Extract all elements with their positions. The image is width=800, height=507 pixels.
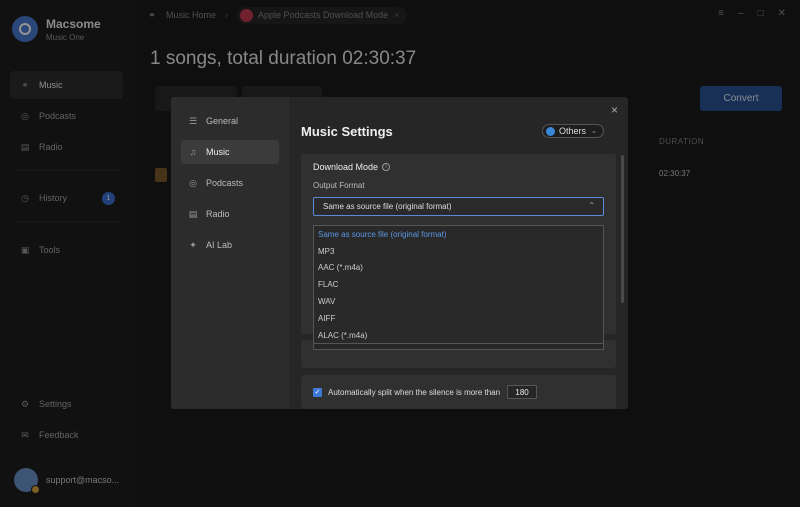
auto-split-label: Automatically split when the silence is …	[328, 387, 501, 397]
info-icon[interactable]: i	[382, 163, 391, 171]
format-option[interactable]: FLAC	[314, 276, 603, 293]
format-option[interactable]: WAV	[314, 293, 603, 310]
others-dropdown[interactable]: Others ⌄	[542, 124, 604, 138]
dropdown-underlay	[313, 344, 604, 350]
download-mode-heading: Download Mode i	[313, 162, 391, 172]
silence-seconds-input[interactable]: 180	[507, 385, 538, 399]
settings-tab-label: General	[206, 116, 239, 126]
auto-split-option: ✓ Automatically split when the silence i…	[313, 385, 538, 399]
format-option[interactable]: AAC (*.m4a)	[314, 260, 603, 277]
settings-sidebar: ☰ General ♫ Music ◎ Podcasts ▤ Radio ✦ A…	[171, 97, 289, 409]
format-option[interactable]: Same as source file (original format)	[314, 226, 603, 243]
auto-split-checkbox[interactable]: ✓	[313, 387, 322, 397]
format-option[interactable]: MP3	[314, 243, 603, 260]
dialog-title: Music Settings	[301, 124, 393, 139]
format-option[interactable]: ALAC (*.m4a)	[314, 327, 603, 344]
settings-tab-label: AI Lab	[206, 240, 233, 250]
dialog-close-icon[interactable]: ×	[611, 103, 618, 117]
output-format-select[interactable]: Same as source file (original format) ⌃	[313, 197, 604, 216]
settings-tab-label: Music	[206, 147, 230, 157]
sliders-icon: ☰	[188, 115, 198, 126]
others-icon	[546, 126, 555, 136]
format-option[interactable]: AIFF	[314, 310, 603, 327]
settings-tab-music[interactable]: ♫ Music	[181, 140, 279, 164]
others-label: Others	[559, 126, 587, 136]
dialog-scrollbar[interactable]	[621, 155, 624, 303]
music-note-icon: ♫	[189, 147, 197, 157]
ai-icon: ✦	[189, 239, 197, 250]
settings-tab-podcasts[interactable]: ◎ Podcasts	[181, 171, 279, 195]
chevron-up-icon: ⌃	[588, 201, 595, 210]
settings-tab-general[interactable]: ☰ General	[181, 109, 279, 133]
chevron-down-icon: ⌄	[591, 128, 597, 135]
output-format-label: Output Format	[313, 181, 365, 190]
split-panel: ✓ Automatically split when the silence i…	[301, 375, 616, 409]
output-format-dropdown-list: Same as source file (original format) MP…	[313, 225, 604, 344]
settings-tab-ai-lab[interactable]: ✦ AI Lab	[181, 233, 279, 257]
podcast-icon: ◎	[189, 177, 197, 188]
download-mode-label: Download Mode	[313, 162, 379, 172]
output-format-value: Same as source file (original format)	[323, 202, 452, 211]
settings-tab-label: Podcasts	[206, 178, 244, 188]
settings-tab-label: Radio	[206, 209, 230, 219]
settings-tab-radio[interactable]: ▤ Radio	[181, 202, 279, 226]
radio-icon: ▤	[188, 208, 198, 219]
